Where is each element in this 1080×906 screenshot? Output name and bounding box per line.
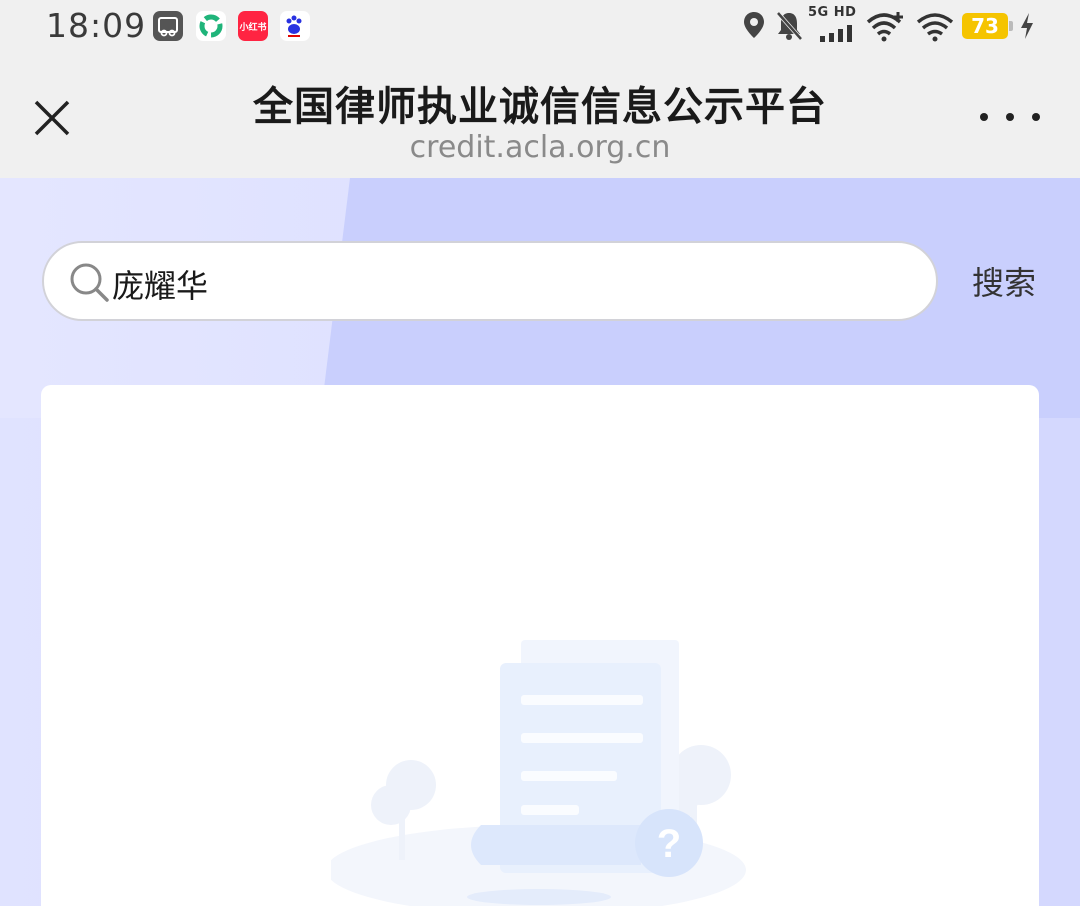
charging-icon [1021, 13, 1033, 39]
xiaohongshu-app-icon: 小红书 [238, 11, 268, 41]
battery-icon: 73 [962, 13, 1008, 39]
wifi-icon [916, 13, 954, 42]
content-area: 庞耀华 搜索 ? [0, 178, 1080, 906]
signal-icon [820, 25, 852, 42]
more-button[interactable] [980, 102, 1040, 132]
page-url: credit.acla.org.cn [409, 130, 671, 165]
wifi-plus-icon [866, 12, 903, 42]
search-button[interactable]: 搜索 [972, 258, 1036, 304]
question-icon: ? [657, 822, 681, 866]
status-time: 18:09 [46, 6, 147, 45]
page-title: 全国律师执业诚信信息公示平台 [253, 84, 827, 130]
battery-nub [1009, 21, 1013, 31]
more-icon-dot [1032, 113, 1040, 121]
title-bar: 全国律师执业诚信信息公示平台 credit.acla.org.cn [0, 52, 1080, 178]
location-icon [744, 12, 764, 38]
more-icon-dot [1006, 113, 1014, 121]
result-card: ? [41, 385, 1039, 906]
more-icon [980, 113, 988, 121]
search-icon [70, 263, 109, 302]
empty-result-illustration: ? [331, 640, 746, 906]
status-bar: 18:09 小红书 5G HD 73 [0, 0, 1080, 52]
search-input[interactable]: 庞耀华 [42, 241, 938, 321]
green-app-icon [196, 11, 226, 41]
search-value: 庞耀华 [112, 267, 209, 305]
network-label: 5G HD [808, 5, 857, 20]
video-app-icon [153, 11, 183, 41]
baidu-app-icon [280, 11, 310, 41]
mute-bell-icon [776, 11, 803, 41]
